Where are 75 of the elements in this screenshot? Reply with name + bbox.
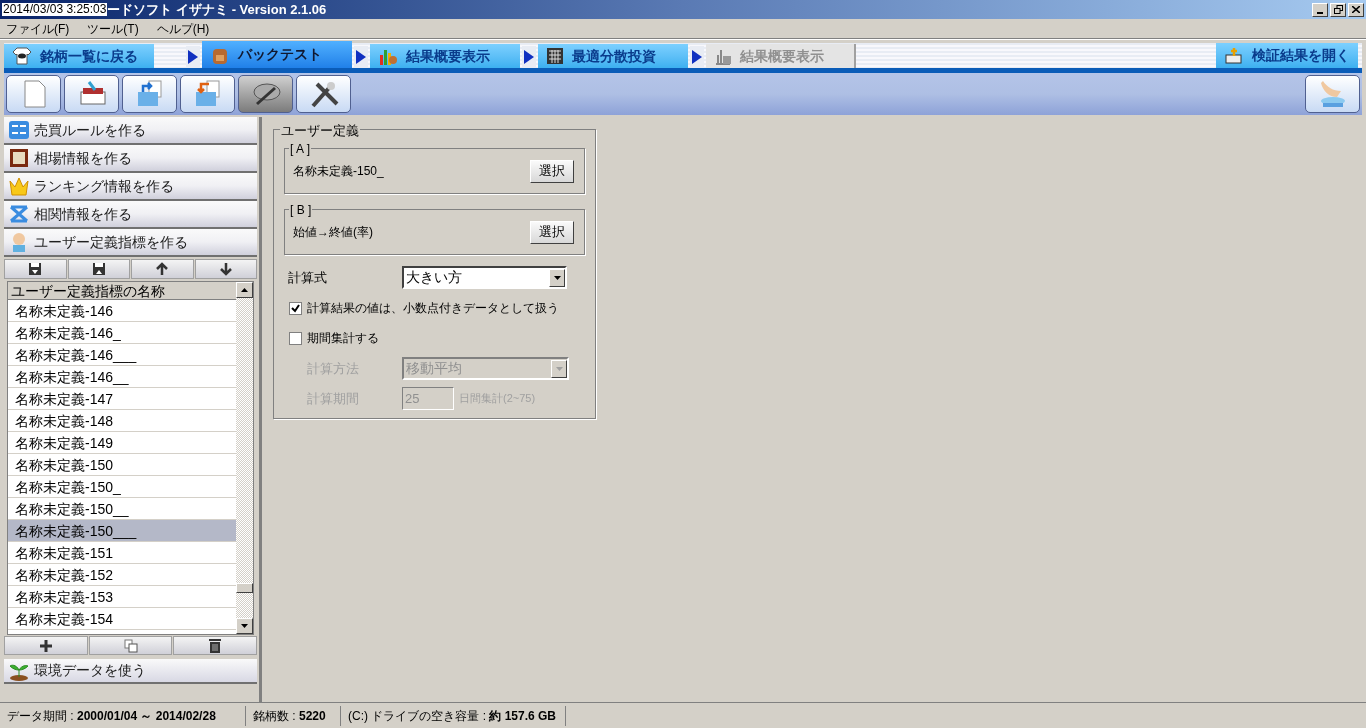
open-results-tab[interactable]: 検証結果を開く: [1216, 43, 1358, 68]
status-text: データ期間 : 2000/01/04 ～ 2014/02/28: [0, 705, 246, 726]
down-arrow-icon: [553, 275, 561, 280]
finger-button[interactable]: [1305, 75, 1360, 113]
clock-text: 2014/03/03 3:25:03: [2, 3, 108, 16]
tab: 結果概要表示: [706, 44, 856, 68]
save-down-button[interactable]: [4, 259, 67, 279]
down-arrow-icon: [241, 624, 248, 628]
operand-value: 名称未定義-150_: [293, 163, 385, 180]
down-arrow-button[interactable]: [194, 259, 257, 279]
menu-item[interactable]: ツール(T): [87, 19, 139, 38]
minimize-icon: [1317, 11, 1323, 14]
up-arrow-button[interactable]: [131, 259, 194, 279]
close-icon: [1352, 6, 1360, 13]
chart-icon: [714, 47, 732, 65]
save-up-icon: [91, 262, 106, 276]
down-arrow-icon: [555, 366, 563, 371]
checkbox[interactable]: 期間集計する: [289, 329, 585, 347]
menu-item[interactable]: ファイル(F): [6, 19, 70, 38]
plus-icon: [38, 638, 53, 653]
status-text: 銘柄数 : 5220: [246, 705, 341, 726]
window-title: ードソフト イザナミ - Version 2.1.06: [107, 0, 327, 19]
toolbar-button[interactable]: [64, 75, 119, 113]
sidebar-section[interactable]: 売買ルールを作る: [4, 117, 257, 145]
tab[interactable]: 結果概要表示: [370, 44, 520, 68]
scroll-thumb[interactable]: [236, 583, 253, 593]
checkbox[interactable]: 計算結果の値は、小数点付きデータとして扱う: [289, 299, 585, 317]
sidebar-section[interactable]: 環境データを使う: [4, 659, 257, 684]
sidebar-section[interactable]: 相場情報を作る: [4, 145, 257, 173]
minimize-button[interactable]: [1312, 2, 1328, 17]
toolbar-button[interactable]: [296, 75, 351, 113]
checkbox-box[interactable]: [289, 301, 302, 315]
restore-button[interactable]: [1330, 2, 1346, 17]
bar-chart-icon: [378, 47, 398, 65]
sidebar-section[interactable]: 相関情報を作る: [4, 201, 257, 229]
add-button[interactable]: [4, 636, 88, 655]
toolbar-button[interactable]: [238, 75, 293, 113]
select-button[interactable]: 選択: [530, 159, 574, 183]
check-icon: [291, 303, 300, 313]
checkbox-label: 計算結果の値は、小数点付きデータとして扱う: [307, 300, 559, 317]
toolbar-button[interactable]: [122, 75, 177, 113]
status-text: (C:) ドライブの空き容量 : 約 157.6 GB: [341, 705, 566, 726]
scroll-down-button[interactable]: [236, 618, 253, 634]
save-down-icon: [28, 262, 43, 276]
up-arrow-icon: [241, 288, 248, 292]
up-arrow-icon: [155, 262, 170, 276]
toolbar-button[interactable]: [6, 75, 61, 113]
tab[interactable]: バックテスト: [202, 41, 352, 68]
formula-dropdown[interactable]: 大きい方: [402, 266, 567, 289]
select-button[interactable]: 選択: [530, 220, 574, 244]
list-item[interactable]: 名称未定義-150___: [8, 520, 236, 542]
chest-icon: [1224, 45, 1244, 66]
scroll-up-button[interactable]: [236, 282, 253, 298]
checkbox-label: 期間集計する: [307, 330, 379, 347]
flowchart-icon: [8, 120, 30, 140]
tab[interactable]: 銘柄一覧に戻る: [4, 44, 154, 68]
save-up-button[interactable]: [67, 259, 130, 279]
trash-icon: [208, 638, 223, 653]
dropdown-button[interactable]: [549, 268, 565, 287]
tab[interactable]: 最適分散投資: [538, 44, 688, 68]
restore-icon: [1333, 5, 1343, 14]
checkbox-box[interactable]: [289, 331, 302, 345]
crown-icon: [8, 176, 30, 196]
delete-button[interactable]: [173, 636, 257, 655]
sidebar-section[interactable]: ユーザー定義指標を作る: [4, 229, 257, 257]
column-header: ユーザー定義指標の名称: [8, 282, 236, 300]
down-arrow-icon: [218, 262, 233, 276]
field-label: 計算式: [287, 268, 328, 287]
sidebar-section[interactable]: ランキング情報を作る: [4, 173, 257, 201]
menu-item[interactable]: ヘルプ(H): [156, 19, 210, 38]
operand-value: 始値→終値(率): [293, 224, 374, 241]
copy-icon: [123, 638, 138, 653]
toolbar-button[interactable]: [180, 75, 235, 113]
close-button[interactable]: [1348, 2, 1364, 17]
calculator-icon: [546, 47, 564, 65]
